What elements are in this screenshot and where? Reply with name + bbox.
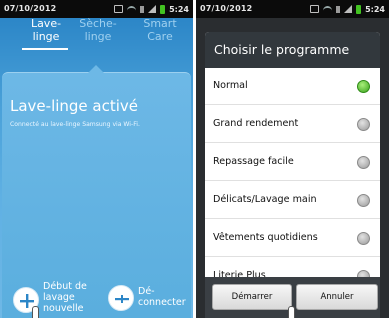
disconnect-label-line1: Dé- (138, 286, 155, 297)
tab-label-line2: Care (147, 30, 173, 43)
program-picker-screen: 07/10/2012 5:24 Choisir le programme Nor… (196, 0, 389, 318)
disconnect-label-line2: connecter (138, 297, 186, 308)
option-label: Repassage facile (213, 156, 294, 167)
tab-label-line1: Lave- (30, 17, 62, 30)
start-wash-label[interactable]: Début de lavage nouvelle (43, 281, 93, 314)
network-icon (336, 5, 341, 13)
disconnect-icon (115, 295, 129, 303)
program-option-repassage-facile[interactable]: Repassage facile (205, 144, 380, 181)
start-label-line1: Début de (43, 281, 87, 292)
radio-selected-icon[interactable] (357, 80, 370, 93)
radio-icon[interactable] (357, 194, 370, 207)
status-date: 07/10/2012 (200, 4, 253, 13)
status-bar: 07/10/2012 5:24 (0, 0, 193, 18)
status-time: 5:24 (169, 4, 189, 14)
tab-smart-care[interactable]: Smart Care (136, 17, 184, 43)
dialog-title: Choisir le programme (205, 32, 380, 68)
disconnect-button[interactable] (108, 285, 134, 311)
status-icons: 5:24 (310, 3, 385, 15)
status-date: 07/10/2012 (4, 4, 57, 13)
signal-icon (344, 5, 353, 13)
panel-pointer (88, 65, 104, 73)
program-option-delicats[interactable]: Délicats/Lavage main (205, 182, 380, 219)
tab-seche-linge[interactable]: Sèche- linge (74, 17, 122, 43)
radio-icon[interactable] (357, 118, 370, 131)
option-label: Vêtements quotidiens (213, 232, 318, 243)
tab-label-line2: linge (32, 30, 60, 43)
touch-indicator (288, 306, 295, 318)
option-label: Délicats/Lavage main (213, 194, 317, 205)
program-option-grand-rendement[interactable]: Grand rendement (205, 106, 380, 143)
start-button[interactable]: Démarrer (212, 284, 292, 310)
wifi-icon (323, 6, 333, 15)
radio-icon[interactable] (357, 156, 370, 169)
notification-icon (310, 5, 320, 13)
tab-label-line1: Smart (143, 17, 177, 30)
status-bar: 07/10/2012 5:24 (196, 0, 389, 18)
tab-lave-linge[interactable]: Lave- linge (22, 17, 70, 43)
status-icons: 5:24 (114, 3, 189, 15)
tab-label-line2: linge (84, 30, 112, 43)
connection-subtitle: Connecté au lave-linge Samsung via Wi-Fi… (10, 121, 140, 128)
radio-icon[interactable] (357, 232, 370, 245)
option-label: Normal (213, 80, 248, 91)
program-option-vetements-quotidiens[interactable]: Vêtements quotidiens (205, 220, 380, 257)
status-time: 5:24 (365, 4, 385, 14)
signal-icon (148, 5, 157, 13)
washer-app-screen: 07/10/2012 5:24 Lave- linge Sèche- linge… (0, 0, 193, 318)
program-option-normal[interactable]: Normal (205, 68, 380, 105)
wifi-icon (127, 6, 137, 15)
battery-icon (160, 4, 166, 14)
notification-icon (114, 5, 124, 13)
active-tab-indicator (22, 48, 68, 50)
program-dialog: Choisir le programme Normal Grand rendem… (205, 32, 380, 318)
option-label: Grand rendement (213, 118, 299, 129)
cancel-button[interactable]: Annuler (296, 284, 378, 310)
network-icon (140, 5, 145, 13)
page-title: Lave-linge activé (10, 97, 139, 115)
start-label-line3: nouvelle (43, 303, 84, 314)
start-label-line2: lavage (43, 292, 75, 303)
touch-indicator (32, 306, 39, 318)
disconnect-label[interactable]: Dé- connecter (138, 286, 188, 308)
battery-icon (356, 4, 362, 14)
tab-label-line1: Sèche- (79, 17, 117, 30)
